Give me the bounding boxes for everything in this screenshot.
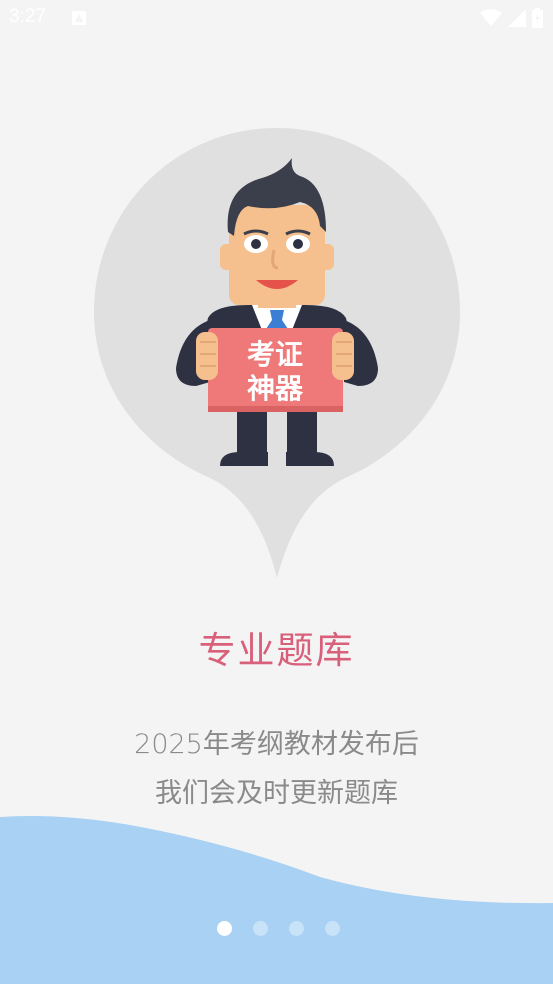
wave-background: [0, 816, 553, 984]
sign-text-line1: 考证: [247, 338, 303, 371]
page-dot-2[interactable]: [253, 921, 268, 936]
page-dot-1[interactable]: [217, 921, 232, 936]
sign-text-line2: 神器: [247, 372, 304, 405]
page-dot-3[interactable]: [289, 921, 304, 936]
page-indicator: [0, 921, 553, 939]
illustration: 考证 神器: [94, 128, 460, 578]
slide-description-line1: 2025年考纲教材发布后: [134, 729, 419, 760]
slide-title: 专业题库: [198, 629, 355, 672]
page-dot-4[interactable]: [325, 921, 340, 936]
